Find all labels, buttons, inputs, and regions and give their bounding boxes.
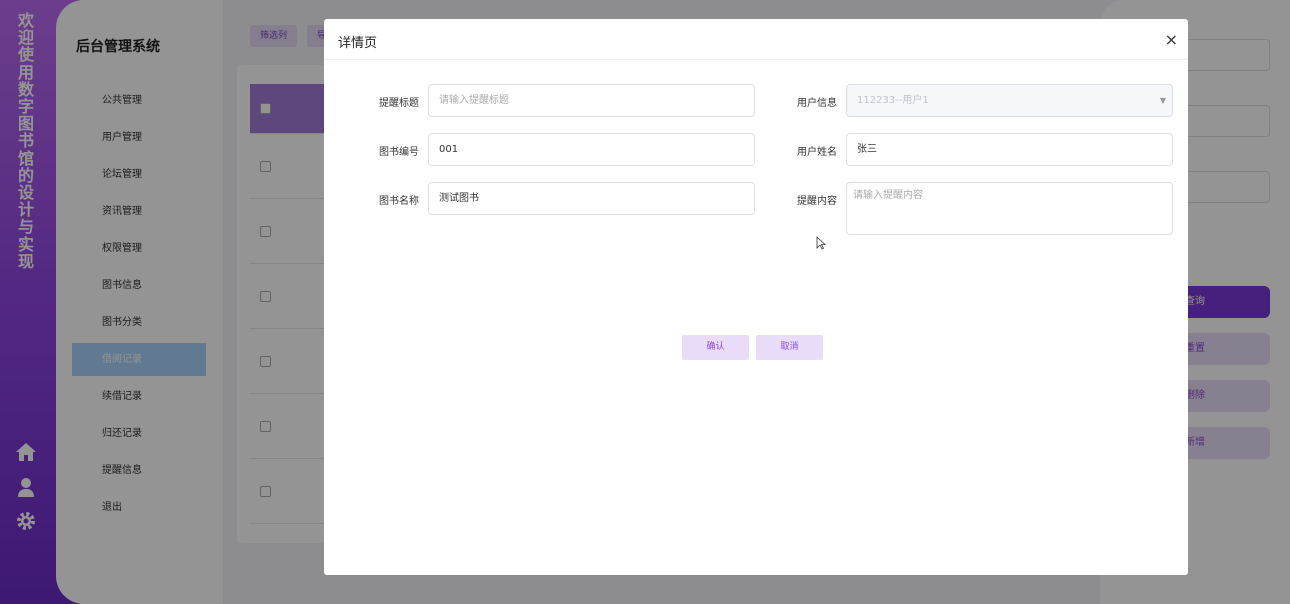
- mouse-cursor-icon: [816, 236, 826, 250]
- remind-title-input[interactable]: 请输入提醒标题: [428, 84, 755, 117]
- remind-content-label: 提醒内容: [797, 196, 837, 207]
- user-info-label: 用户信息: [797, 98, 837, 109]
- dialog-title: 详情页: [338, 36, 378, 51]
- remind-content-textarea[interactable]: 请输入提醒内容: [846, 182, 1173, 235]
- book-name-label: 图书名称: [379, 196, 419, 207]
- dialog-header: 详情页 ×: [324, 19, 1188, 60]
- book-no-input[interactable]: 001: [428, 133, 755, 166]
- user-info-select[interactable]: 112233--用户1 ▼: [846, 84, 1173, 117]
- cancel-button[interactable]: 取消: [756, 335, 823, 360]
- remind-title-label: 提醒标题: [379, 98, 419, 109]
- chevron-down-icon: ▼: [1159, 96, 1166, 105]
- detail-dialog: 详情页 × 提醒标题 请输入提醒标题 图书编号 001 图书名称 测试图书 用户…: [324, 19, 1188, 575]
- close-icon[interactable]: ×: [1165, 30, 1178, 49]
- user-name-input[interactable]: 张三: [846, 133, 1173, 166]
- confirm-button[interactable]: 确认: [682, 335, 749, 360]
- user-name-label: 用户姓名: [797, 147, 837, 158]
- book-no-label: 图书编号: [379, 147, 419, 158]
- user-info-value: 112233--用户1: [857, 95, 929, 106]
- book-name-input[interactable]: 测试图书: [428, 182, 755, 215]
